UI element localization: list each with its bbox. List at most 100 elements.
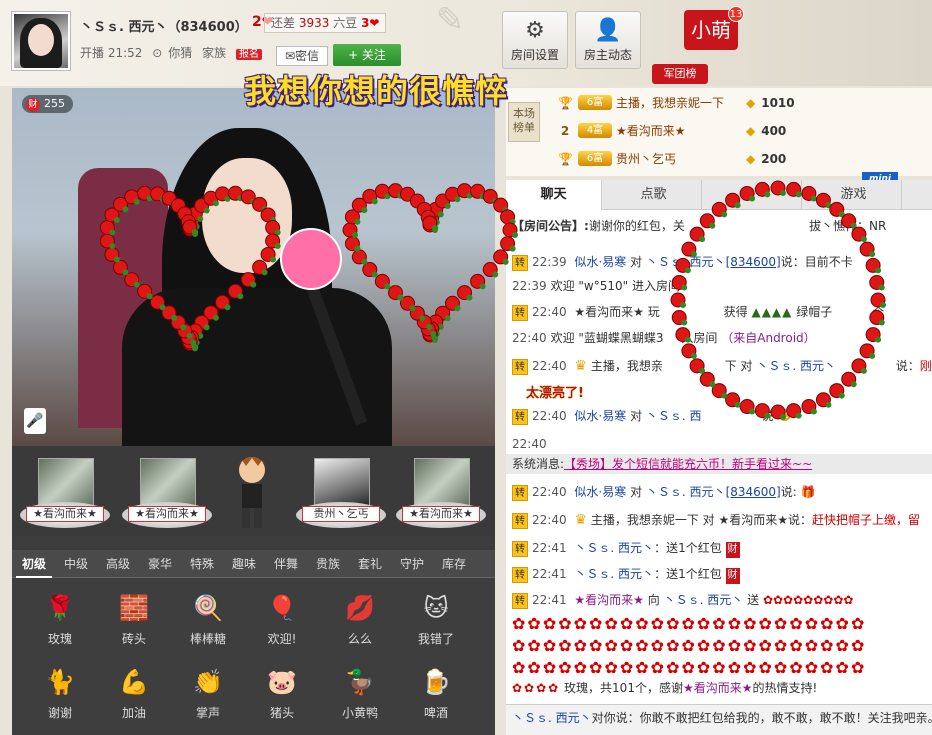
repost-icon[interactable]: 转 (512, 593, 528, 609)
gift-item[interactable]: 🎈 欢迎! (246, 590, 318, 654)
tab-hidden[interactable] (706, 180, 802, 210)
guest-seat[interactable]: ★看沟而来★ (396, 458, 486, 534)
gift-tab-dance[interactable]: 伴舞 (268, 550, 304, 578)
gift-tab-special[interactable]: 特殊 (184, 550, 220, 578)
msg-room-link[interactable]: [834600] (726, 255, 781, 269)
gift-tab-high[interactable]: 高级 (100, 550, 136, 578)
msg-user[interactable]: 主播，我想亲 (591, 359, 663, 373)
msg-time: 22:40 (532, 305, 567, 319)
rose-gift-row: ✿✿✿✿✿✿✿✿✿✿✿✿✿✿✿✿✿✿✿✿✿✿✿ (512, 614, 867, 633)
repost-icon[interactable]: 转 (512, 359, 528, 375)
guest-seat[interactable]: 贵州丶乞丐 (296, 458, 386, 534)
guest-seat[interactable]: ★看沟而来★ (20, 458, 110, 534)
msg-user[interactable]: ★看沟而来★ (574, 305, 644, 319)
gift-tab-luxury[interactable]: 豪华 (142, 550, 178, 578)
gift-item[interactable]: 🦆 小黄鸭 (324, 664, 396, 728)
gift-tab-mid[interactable]: 中级 (58, 550, 94, 578)
gift-tab-inventory[interactable]: 库存 (436, 550, 472, 578)
crown-icon: ♛ (574, 512, 587, 528)
repost-icon[interactable]: 转 (512, 567, 528, 583)
rank-row[interactable]: 2 4富 ★看沟而来★ 400 (558, 120, 928, 142)
rank-number: 2 (560, 124, 570, 138)
location-text: 你猜 (168, 46, 193, 60)
chat-input-preview[interactable]: 丶Ｓｓ. 西元丶对你说：你敢不敢把红包给我的，敢不敢，敢不敢！关注我吧亲。 (506, 704, 932, 735)
report-badge[interactable]: 报名 (235, 49, 262, 60)
gift-category-tabs: 初级 中级 高级 豪华 特殊 趣味 伴舞 贵族 套礼 守护 库存 (12, 550, 495, 578)
msg-user[interactable]: 丶Ｓｓ. 西元丶 (574, 541, 654, 555)
gift-tab-basic[interactable]: 初级 (16, 550, 52, 578)
red-packet-icon: 财 (725, 542, 740, 558)
tab-games[interactable]: 游戏 (806, 180, 902, 210)
msg-time: 22:41 (532, 567, 567, 581)
gift-item[interactable]: 🍺 啤酒 (400, 664, 472, 728)
tab-song-request[interactable]: 点歌 (606, 180, 702, 210)
legion-rank-button[interactable]: 军团榜 (652, 64, 708, 84)
rank-row[interactable]: 🏆 6富 主播，我想亲妮一下 1010 (558, 92, 928, 114)
gift-tab-noble[interactable]: 贵族 (310, 550, 346, 578)
msg-user[interactable]: 丶Ｓｓ. 西元丶 (574, 567, 654, 581)
gift-item[interactable]: 👏 掌声 (172, 664, 244, 728)
rank-row[interactable]: 🏆 6富 贵州丶乞丐 200 (558, 148, 928, 170)
microphone-icon[interactable]: 🎤 (24, 408, 46, 434)
chat-message: 转 22:40 似水·易寒 对 丶Ｓｓ. 西 说 ☻ (512, 406, 932, 426)
gift-tab-bundle[interactable]: 套礼 (352, 550, 388, 578)
brick-icon: 🧱 (119, 594, 149, 622)
repost-icon[interactable]: 转 (512, 513, 528, 529)
msg-target[interactable]: 丶Ｓｓ. 西元丶 (756, 359, 836, 373)
gift-item[interactable]: 💋 么么 (324, 590, 396, 654)
room-settings-button[interactable]: ⚙ 房间设置 (502, 11, 568, 69)
gift-summary-user[interactable]: ★看沟而来★ (683, 681, 753, 695)
gift-summary-tail: 的热情支持! (752, 681, 818, 695)
gift-item[interactable]: 💪 加油 (98, 664, 170, 728)
msg-user[interactable]: 主播，我想亲妮一下 (591, 513, 699, 527)
video-stream[interactable]: 财 255 🎤 (12, 88, 495, 446)
smiley-icon: ☻ (777, 408, 792, 424)
gift-summary: ✿✿✿✿ 玫瑰，共101个，感谢★看沟而来★的热情支持! (512, 678, 932, 698)
msg-target[interactable]: 丶Ｓｓ. 西元丶 (646, 255, 726, 269)
host-avatar[interactable] (12, 12, 70, 70)
follow-button[interactable]: + 关注 (333, 44, 401, 66)
msg-target[interactable]: 丶Ｓｓ. 西 (646, 409, 702, 423)
repost-icon[interactable]: 转 (512, 409, 528, 425)
msg-user[interactable]: 似水·易寒 (574, 409, 626, 423)
guest-seat[interactable]: ★看沟而来★ (122, 458, 212, 534)
repost-icon[interactable]: 转 (512, 305, 528, 321)
gift-item[interactable]: 🍭 棒棒糖 (172, 590, 244, 654)
msg-user[interactable]: 似水·易寒 (574, 485, 626, 499)
msg-target[interactable]: 丶Ｓｓ. 西元丶 (664, 593, 744, 607)
tab-chat[interactable]: 聊天 (506, 180, 602, 211)
system-link[interactable]: 【秀场】发个短信就能充六币！新手看过来~~ (564, 457, 812, 471)
gift-item[interactable]: 🐈 谢谢 (24, 664, 96, 728)
chat-message: 转 22:39 似水·易寒 对 丶Ｓｓ. 西元丶[834600]说：目前不卡 (512, 252, 932, 272)
applause-icon: 👏 (193, 668, 223, 696)
repost-icon[interactable]: 转 (512, 485, 528, 501)
gift-tab-guard[interactable]: 守护 (394, 550, 430, 578)
trophy-icon: 🏆 (558, 152, 573, 166)
chat-log[interactable]: 【房间公告】:谢谢你的红包，关 拔丶憔悴：NR xiyuan 转 22:39 似水… (506, 210, 932, 735)
family-label[interactable]: 家族 (202, 46, 226, 60)
chat-tabs: 聊天 点歌 游戏 (506, 180, 932, 211)
msg-time: 22:39 (512, 279, 547, 293)
msg-target[interactable]: 丶Ｓｓ. 西元丶 (646, 485, 726, 499)
gift-item[interactable]: 🌹 玫瑰 (24, 590, 96, 654)
gift-item[interactable]: 🧱 砖头 (98, 590, 170, 654)
msg-target[interactable]: ★看沟而来★ (719, 513, 789, 527)
notice-text: 谢谢你的红包，关 (588, 219, 685, 233)
room-notice: 【房间公告】:谢谢你的红包，关 拔丶憔悴：NR xiyuan (512, 216, 932, 236)
msg-room-link[interactable]: [834600] (726, 485, 781, 499)
repost-icon[interactable]: 转 (512, 255, 528, 271)
gift-item[interactable]: 🐱 我错了 (400, 590, 472, 654)
gift-tab-fun[interactable]: 趣味 (226, 550, 262, 578)
host-news-label: 房主动态 (583, 48, 632, 62)
msg-user[interactable]: 似水·易寒 (574, 255, 626, 269)
seat-avatar (140, 458, 196, 508)
gift-box-icon: 🎁 (800, 485, 816, 499)
msg-user[interactable]: ★看沟而来★ (574, 593, 644, 607)
private-message-button[interactable]: ✉密信 (276, 46, 328, 66)
system-message: 系统消息:【秀场】发个短信就能充六币！新手看过来~~ (512, 454, 932, 474)
gift-item[interactable]: 🐷 猪头 (246, 664, 318, 728)
input-user[interactable]: 丶Ｓｓ. 西元丶 (512, 711, 592, 725)
host-news-button[interactable]: 👤 房主动态 (575, 11, 641, 69)
gift-grid: 🌹 玫瑰 🧱 砖头 🍭 棒棒糖 🎈 欢迎! 💋 么么 🐱 我错了 🐈 谢谢 💪 加油 👏 掌声 🐷… (12, 578, 495, 735)
repost-icon[interactable]: 转 (512, 541, 528, 557)
